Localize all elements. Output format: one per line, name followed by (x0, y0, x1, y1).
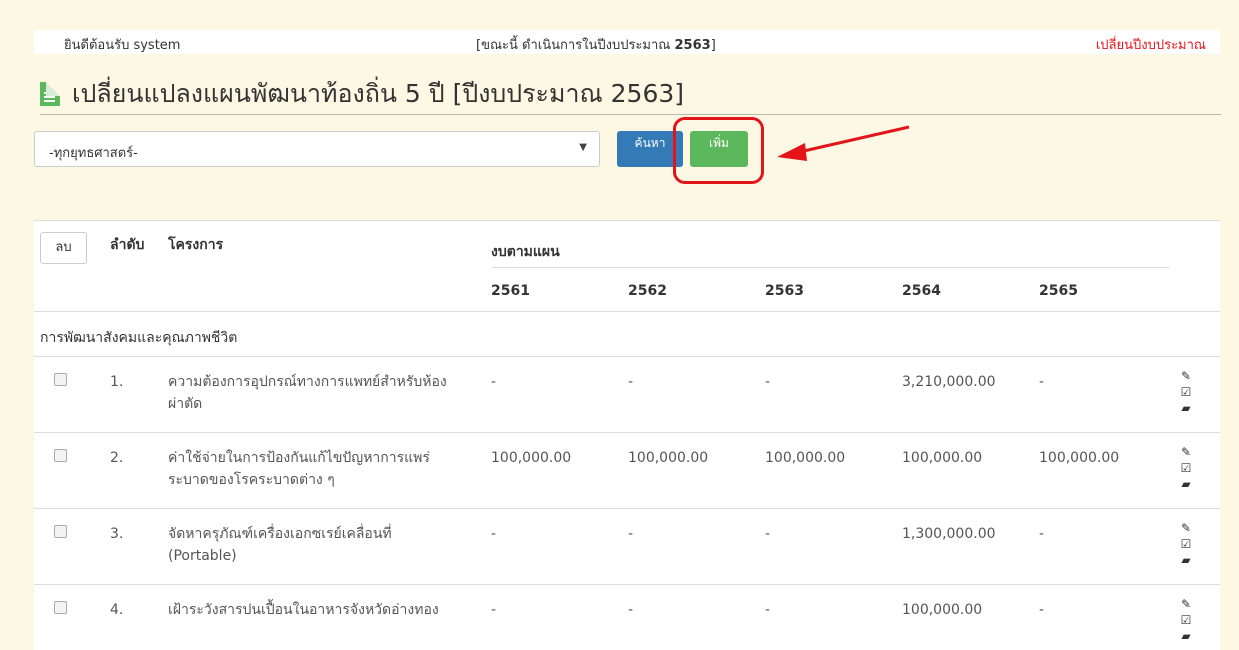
table-row: 1. ความต้องการอุปกรณ์ทางการแพทย์สำหรับห้… (34, 357, 1220, 432)
row-budget-2565: - (1039, 602, 1045, 618)
row-budget-2565: 100,000.00 (1039, 450, 1120, 466)
col-order-header: ลำดับ (110, 237, 145, 253)
row-budget-2561: - (491, 526, 497, 542)
row-order: 1. (110, 374, 124, 390)
row-budget-2563: 100,000.00 (765, 450, 846, 466)
row-budget-2565: - (1039, 526, 1045, 542)
edit-square-icon[interactable]: ☑ (1176, 384, 1196, 400)
table-row: 2. ค่าใช้จ่ายในการป้องกันแก้ไขปัญหาการแพ… (34, 433, 1220, 508)
row-project-name: เฝ้าระวังสารปนเปื้อนในอาหารจังหวัดอ่างทอ… (168, 602, 439, 618)
row-actions: ✎ ☑ ▰ (1176, 368, 1196, 416)
edit-square-icon[interactable]: ☑ (1176, 612, 1196, 628)
change-year-link[interactable]: เปลี่ยนปีงบประมาณ (1096, 34, 1206, 55)
pencil-icon[interactable]: ✎ (1176, 444, 1196, 460)
projects-table: ลบ ลำดับ โครงการ งบตามแผน 2561 2562 2563… (34, 220, 1220, 650)
row-actions: ✎ ☑ ▰ (1176, 596, 1196, 644)
table-header: ลบ ลำดับ โครงการ งบตามแผน (34, 221, 1220, 267)
document-icon (40, 82, 60, 106)
row-budget-2563: - (765, 602, 771, 618)
row-budget-2563: - (765, 526, 771, 542)
pencil-icon[interactable]: ✎ (1176, 368, 1196, 384)
row-budget-2561: - (491, 374, 497, 390)
row-budget-2565: - (1039, 374, 1045, 390)
table-row: 4. เฝ้าระวังสารปนเปื้อนในอาหารจังหวัดอ่า… (34, 585, 1220, 650)
edit-square-icon[interactable]: ☑ (1176, 460, 1196, 476)
row-order: 4. (110, 602, 124, 618)
divider (491, 267, 1170, 268)
year-header: 2561 (491, 283, 530, 299)
row-actions: ✎ ☑ ▰ (1176, 520, 1196, 568)
year-header: 2565 (1039, 283, 1078, 299)
highlight-box (673, 117, 764, 184)
row-project-name: จัดหาครุภัณฑ์เครื่องเอกซเรย์เคลื่อนที่ (… (168, 526, 392, 564)
pencil-icon[interactable]: ✎ (1176, 596, 1196, 612)
current-year-text: [ขณะนี้ ดำเนินการในปีงบประมาณ 2563] (476, 38, 716, 53)
row-budget-2563: - (765, 374, 771, 390)
pencil-icon[interactable]: ✎ (1176, 520, 1196, 536)
red-arrow-annotation (777, 125, 910, 161)
section-title: การพัฒนาสังคมและคุณภาพชีวิต (40, 330, 238, 346)
row-budget-2562: - (628, 374, 634, 390)
row-project-name: ค่าใช้จ่ายในการป้องกันแก้ไขปัญหาการแพร่ร… (168, 450, 430, 488)
row-checkbox[interactable] (54, 601, 67, 614)
caret-down-icon: ▼ (579, 142, 587, 153)
divider (34, 311, 1220, 312)
row-budget-2562: - (628, 526, 634, 542)
row-budget-2561: - (491, 602, 497, 618)
row-budget-2561: 100,000.00 (491, 450, 572, 466)
page-title: เปลี่ยนแปลงแผนพัฒนาท้องถิ่น 5 ปี [ปีงบปร… (72, 79, 685, 108)
row-budget-2562: 100,000.00 (628, 450, 709, 466)
row-budget-2564: 100,000.00 (902, 450, 983, 466)
row-actions: ✎ ☑ ▰ (1176, 444, 1196, 492)
eraser-icon[interactable]: ▰ (1176, 476, 1196, 492)
page-title-bar: เปลี่ยนแปลงแผนพัฒนาท้องถิ่น 5 ปี [ปีงบปร… (40, 74, 1221, 115)
row-project-name: ความต้องการอุปกรณ์ทางการแพทย์สำหรับห้องผ… (168, 374, 447, 412)
row-budget-2564: 100,000.00 (902, 602, 983, 618)
top-bar: ยินดีต้อนรับ system [ขณะนี้ ดำเนินการในป… (34, 30, 1220, 54)
row-checkbox[interactable] (54, 449, 67, 462)
col-project-header: โครงการ (168, 237, 224, 253)
row-budget-2564: 1,300,000.00 (902, 526, 996, 542)
strategy-select-value: -ทุกยุทธศาสตร์- (49, 146, 138, 161)
col-budget-header: งบตามแผน (491, 244, 560, 260)
year-header: 2564 (902, 283, 941, 299)
eraser-icon[interactable]: ▰ (1176, 628, 1196, 644)
row-order: 3. (110, 526, 124, 542)
table-row: 3. จัดหาครุภัณฑ์เครื่องเอกซเรย์เคลื่อนที… (34, 509, 1220, 584)
welcome-text: ยินดีต้อนรับ system (64, 38, 181, 53)
year-header: 2562 (628, 283, 667, 299)
row-order: 2. (110, 450, 124, 466)
delete-button[interactable]: ลบ (40, 232, 87, 264)
strategy-select[interactable]: -ทุกยุทธศาสตร์- ▼ (34, 131, 600, 167)
row-budget-2562: - (628, 602, 634, 618)
row-budget-2564: 3,210,000.00 (902, 374, 996, 390)
row-checkbox[interactable] (54, 525, 67, 538)
row-checkbox[interactable] (54, 373, 67, 386)
eraser-icon[interactable]: ▰ (1176, 400, 1196, 416)
year-header: 2563 (765, 283, 804, 299)
eraser-icon[interactable]: ▰ (1176, 552, 1196, 568)
edit-square-icon[interactable]: ☑ (1176, 536, 1196, 552)
